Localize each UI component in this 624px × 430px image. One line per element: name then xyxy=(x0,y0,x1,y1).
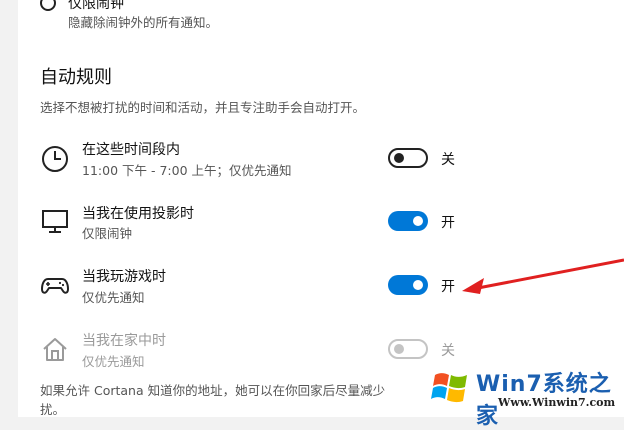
rule-subtitle[interactable]: 仅限闹钟 xyxy=(82,223,132,242)
rule-title: 当我玩游戏时 xyxy=(82,269,166,285)
watermark: Win7系统之家 Www.Winwin7.com xyxy=(430,360,624,429)
clock-icon xyxy=(40,144,70,174)
rule-subtitle[interactable]: 仅优先通知 xyxy=(82,287,145,306)
gaming-toggle[interactable] xyxy=(388,275,428,295)
toggle-state-label: 开 xyxy=(441,215,455,231)
toggle-knob xyxy=(394,344,404,354)
rule-subtitle[interactable]: 11:00 下午 - 7:00 上午；仅优先通知 xyxy=(82,160,292,179)
home-icon xyxy=(40,334,70,364)
time-period-toggle[interactable] xyxy=(388,148,428,168)
windows-logo-icon xyxy=(431,373,467,403)
annotation-arrow xyxy=(462,258,624,294)
rule-title: 在这些时间段内 xyxy=(82,142,180,158)
alarms-only-description: 隐藏除闹钟外的所有通知。 xyxy=(68,15,219,30)
toggle-state-label: 关 xyxy=(441,152,455,168)
monitor-icon xyxy=(40,206,70,236)
watermark-url: Www.Winwin7.com xyxy=(498,396,616,409)
at-home-toggle[interactable] xyxy=(388,339,428,359)
toggle-knob xyxy=(394,153,404,163)
cortana-note: 如果允许 Cortana 知道你的地址，她可以在你回家后尽量减少 xyxy=(40,383,386,398)
rule-title: 当我在家中时 xyxy=(82,333,166,349)
gamepad-icon xyxy=(40,270,70,300)
toggle-knob xyxy=(413,216,423,226)
rule-subtitle: 仅优先通知 xyxy=(82,354,145,369)
toggle-state-label: 开 xyxy=(441,279,455,295)
rule-title: 当我在使用投影时 xyxy=(82,206,194,222)
toggle-state-label: 关 xyxy=(441,343,455,359)
section-description: 选择不想被打扰的时间和活动，并且专注助手会自动打开。 xyxy=(40,100,366,115)
cortana-note-continued: 扰。 xyxy=(40,402,66,417)
toggle-knob xyxy=(413,280,423,290)
projecting-toggle[interactable] xyxy=(388,211,428,231)
section-title: 自动规则 xyxy=(40,67,112,88)
